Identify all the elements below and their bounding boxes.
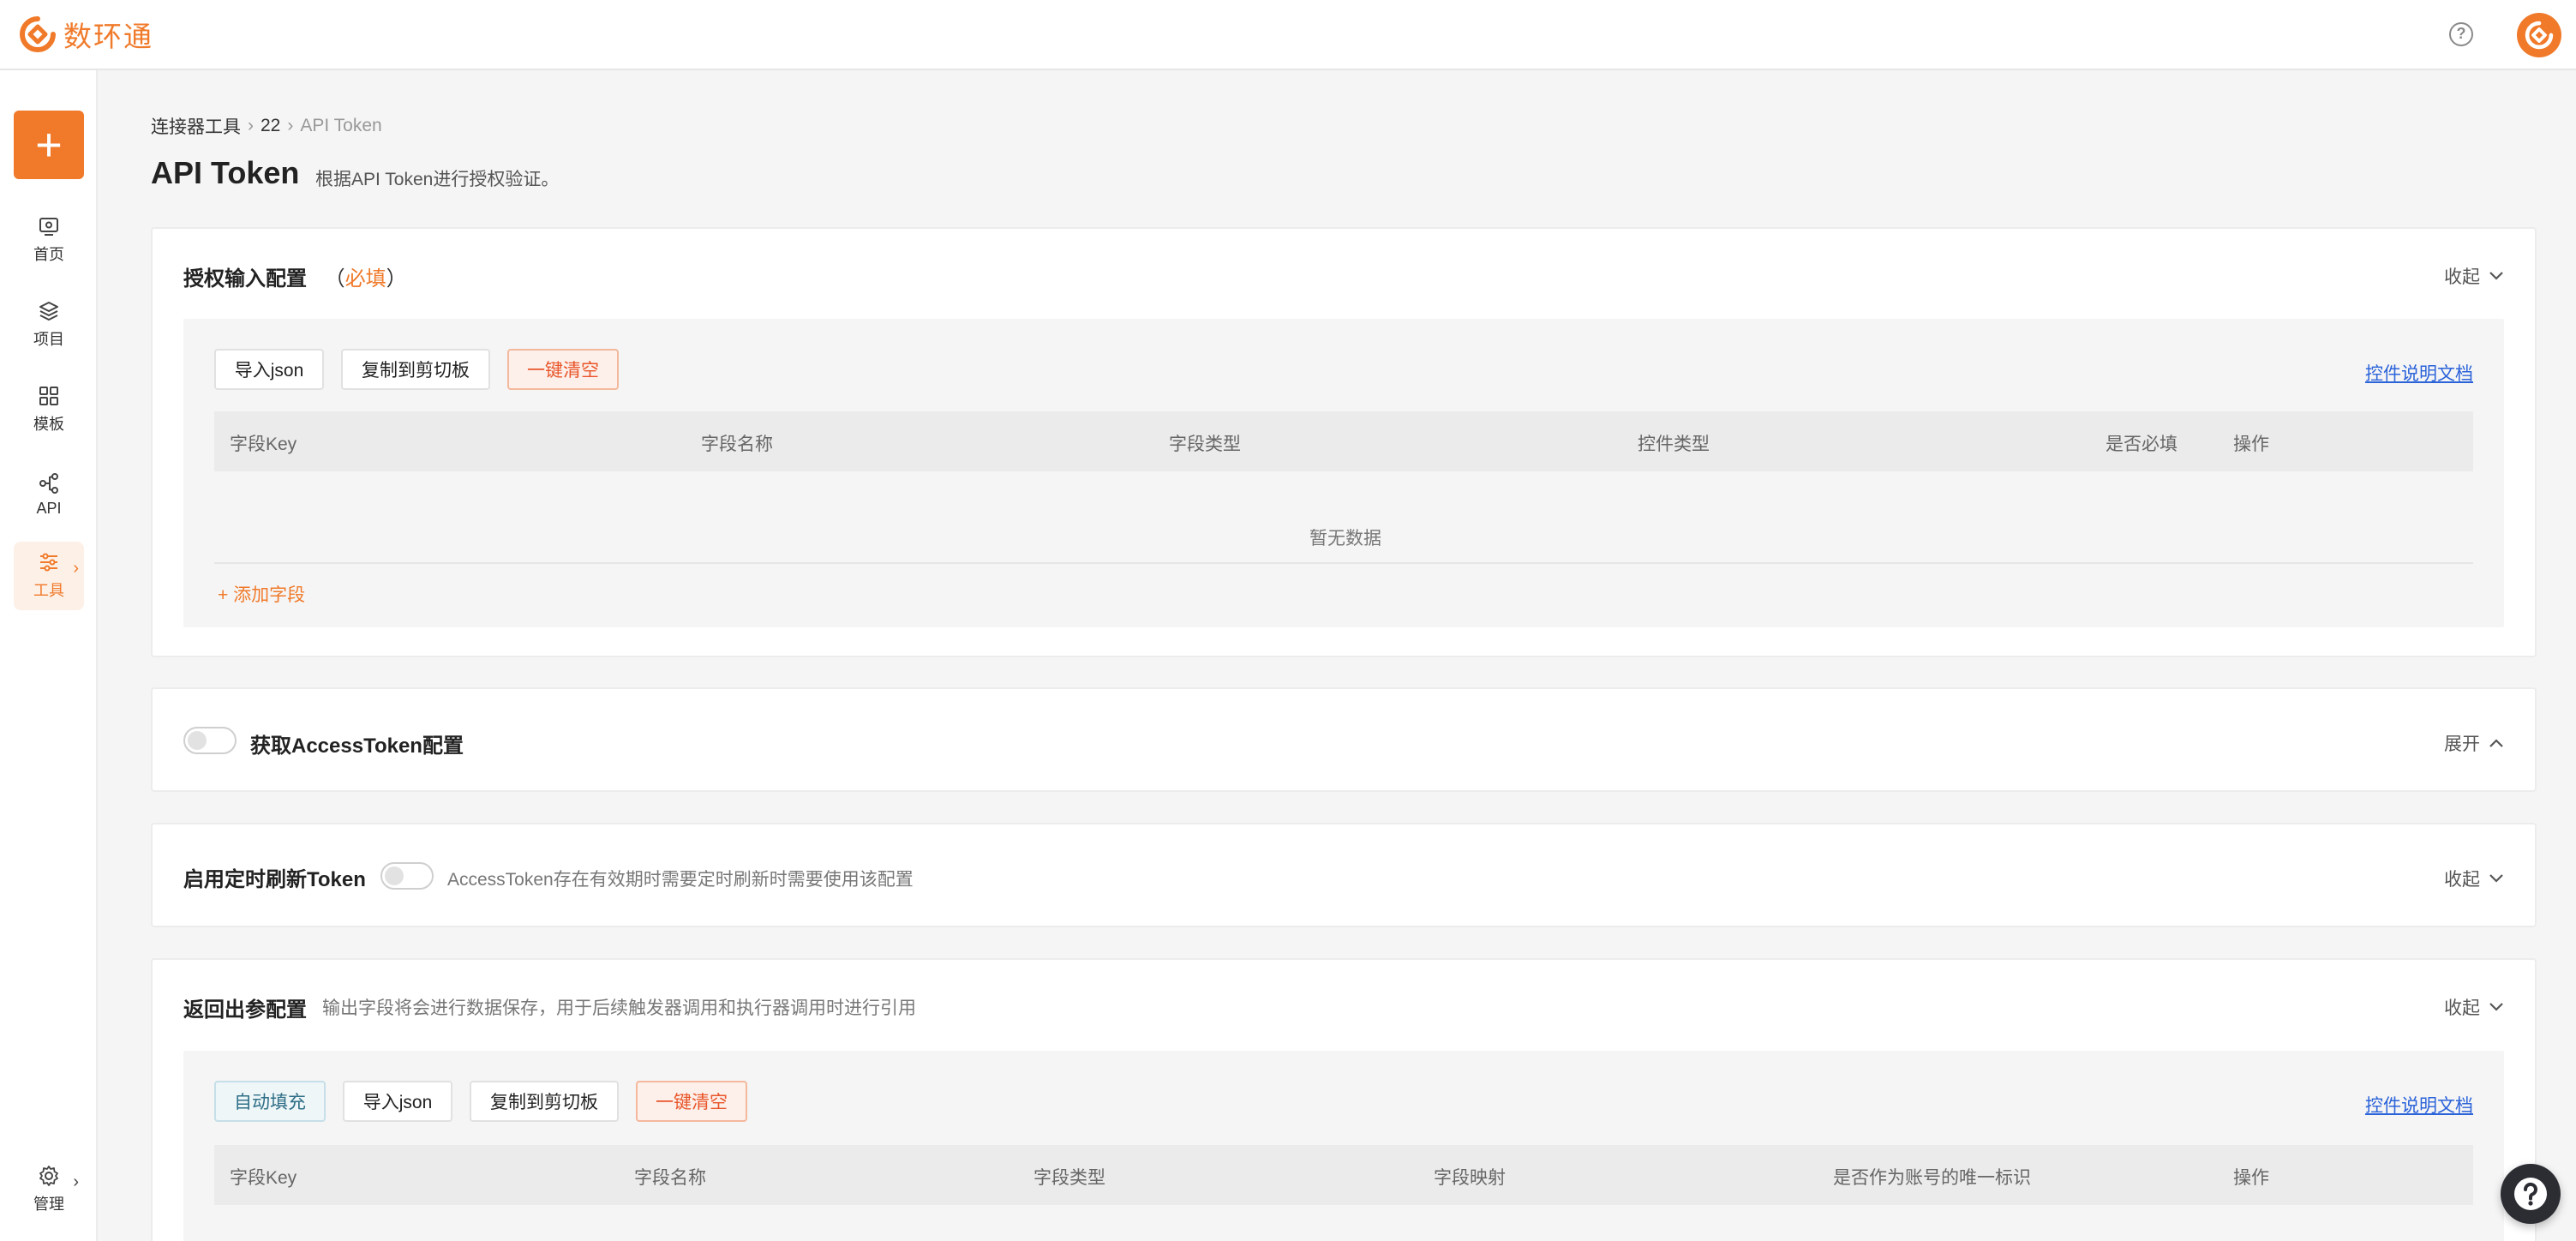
expand-toggle[interactable]: 展开	[2444, 730, 2504, 756]
chevron-right-icon: ›	[287, 116, 294, 135]
docs-link[interactable]: 控件说明文档	[2365, 1092, 2473, 1118]
gear-icon	[39, 1166, 58, 1186]
layers-icon	[39, 302, 58, 321]
collapse-toggle[interactable]: 收起	[2444, 994, 2504, 1020]
output-fields-panel: 自动填充 导入json 复制到剪切板 一键清空 控件说明文档 字段Key 字段名…	[183, 1051, 2504, 1241]
column-header: 字段Key	[230, 1168, 297, 1188]
sidebar-item-label: 模板	[33, 416, 64, 433]
required-tag: （必填）	[324, 267, 407, 291]
section-title: 授权输入配置 （必填）	[183, 267, 407, 291]
breadcrumb-current: API Token	[300, 116, 382, 135]
brand-logo-icon	[20, 16, 56, 52]
top-bar: 数环通 ?	[0, 0, 2576, 70]
column-header: 操作	[2233, 1168, 2269, 1188]
add-field-button[interactable]: + 添加字段	[218, 581, 305, 607]
column-header: 是否必填	[2106, 435, 2178, 454]
section-hint: 输出字段将会进行数据保存，用于后续触发器调用和执行器调用时进行引用	[322, 998, 916, 1018]
refresh-token-card: 启用定时刷新Token AccessToken存在有效期时需要定时刷新时需要使用…	[151, 823, 2537, 927]
column-header: 字段类型	[1033, 1168, 1105, 1188]
sidebar-item-label: 项目	[33, 331, 64, 348]
sidebar-item-label: 管理	[33, 1196, 64, 1213]
clear-all-button[interactable]: 一键清空	[507, 349, 619, 390]
sidebar-item-label: API	[36, 499, 62, 517]
avatar-logo-icon	[2525, 21, 2554, 50]
chevron-right-icon: ›	[73, 1172, 79, 1191]
column-header: 控件类型	[1638, 435, 1710, 454]
api-icon	[39, 472, 58, 494]
section-title: 返回出参配置	[183, 998, 307, 1022]
collapse-toggle[interactable]: 收起	[2444, 263, 2504, 289]
sidebar-item-templates[interactable]: 模板	[14, 375, 84, 444]
table-header: 字段Key 字段名称 字段类型 字段映射 是否作为账号的唯一标识 操作	[214, 1145, 2473, 1205]
access-token-toggle[interactable]	[183, 727, 237, 754]
column-header: 是否作为账号的唯一标识	[1833, 1168, 2031, 1188]
auth-fields-panel: 导入json 复制到剪切板 一键清空 控件说明文档 字段Key 字段名称 字段类…	[183, 319, 2504, 627]
section-title: 启用定时刷新Token	[183, 868, 366, 891]
breadcrumb-item[interactable]: 连接器工具	[151, 113, 241, 139]
divider	[214, 562, 2473, 564]
import-json-button[interactable]: 导入json	[214, 349, 324, 390]
chevron-up-icon	[2489, 739, 2503, 747]
avatar[interactable]	[2517, 13, 2561, 57]
column-header: 字段类型	[1169, 435, 1241, 454]
clear-all-button[interactable]: 一键清空	[636, 1081, 747, 1122]
chevron-down-icon	[2489, 1003, 2503, 1011]
sidebar-item-home[interactable]: 首页	[14, 206, 84, 274]
help-icon[interactable]: ?	[2449, 22, 2473, 46]
column-header: 操作	[2233, 435, 2269, 454]
brand[interactable]: 数环通	[19, 14, 153, 55]
import-json-button[interactable]: 导入json	[343, 1081, 452, 1122]
auto-fill-button[interactable]: 自动填充	[214, 1081, 326, 1122]
sidebar-item-label: 工具	[33, 582, 64, 599]
column-header: 字段名称	[634, 1168, 706, 1188]
copy-clipboard-button[interactable]: 复制到剪切板	[470, 1081, 619, 1122]
collapse-toggle[interactable]: 收起	[2444, 866, 2504, 891]
column-header: 字段Key	[230, 435, 297, 454]
sidebar: + 首页 项目 模板 API 工具 › 管理 ›	[0, 70, 98, 1241]
section-title: 获取AccessToken配置	[250, 734, 464, 758]
breadcrumb-item[interactable]: 22	[261, 116, 280, 136]
chevron-right-icon: ›	[248, 116, 254, 135]
table-header: 字段Key 字段名称 字段类型 控件类型 是否必填 操作	[214, 411, 2473, 471]
auth-input-card: 授权输入配置 （必填） 收起 导入json 复制到剪切板 一键清空 控件说明文档…	[151, 227, 2537, 657]
brand-name: 数环通	[63, 21, 153, 52]
sidebar-item-admin[interactable]: 管理 ›	[14, 1155, 84, 1224]
page-subtitle: 根据API Token进行授权验证。	[315, 170, 560, 189]
breadcrumb: 连接器工具 › 22 › API Token	[151, 113, 382, 139]
copy-clipboard-button[interactable]: 复制到剪切板	[341, 349, 490, 390]
new-button[interactable]: +	[14, 111, 84, 179]
floating-help-button[interactable]	[2501, 1164, 2561, 1224]
monitor-icon	[39, 218, 58, 236]
page-title: API Token	[151, 155, 300, 190]
column-header: 字段映射	[1434, 1168, 1506, 1188]
empty-state-text: 暂无数据	[1309, 529, 1381, 549]
sidebar-item-api[interactable]: API	[14, 460, 84, 529]
chevron-down-icon	[2489, 874, 2503, 883]
refresh-token-toggle[interactable]	[380, 862, 434, 890]
chevron-right-icon: ›	[73, 559, 79, 578]
sidebar-item-projects[interactable]: 项目	[14, 291, 84, 359]
column-header: 字段名称	[701, 435, 773, 454]
docs-link[interactable]: 控件说明文档	[2365, 360, 2473, 386]
sidebar-item-tools[interactable]: 工具 ›	[14, 542, 84, 610]
grid-icon	[39, 387, 58, 405]
section-hint: AccessToken存在有效期时需要定时刷新时需要使用该配置	[447, 870, 914, 890]
access-token-card: 获取AccessToken配置 展开	[151, 687, 2537, 792]
sliders-icon	[40, 553, 57, 572]
output-config-card: 返回出参配置 输出字段将会进行数据保存，用于后续触发器调用和执行器调用时进行引用…	[151, 958, 2537, 1241]
sidebar-item-label: 首页	[33, 246, 64, 263]
help-icon	[2514, 1178, 2547, 1210]
chevron-down-icon	[2489, 272, 2503, 280]
